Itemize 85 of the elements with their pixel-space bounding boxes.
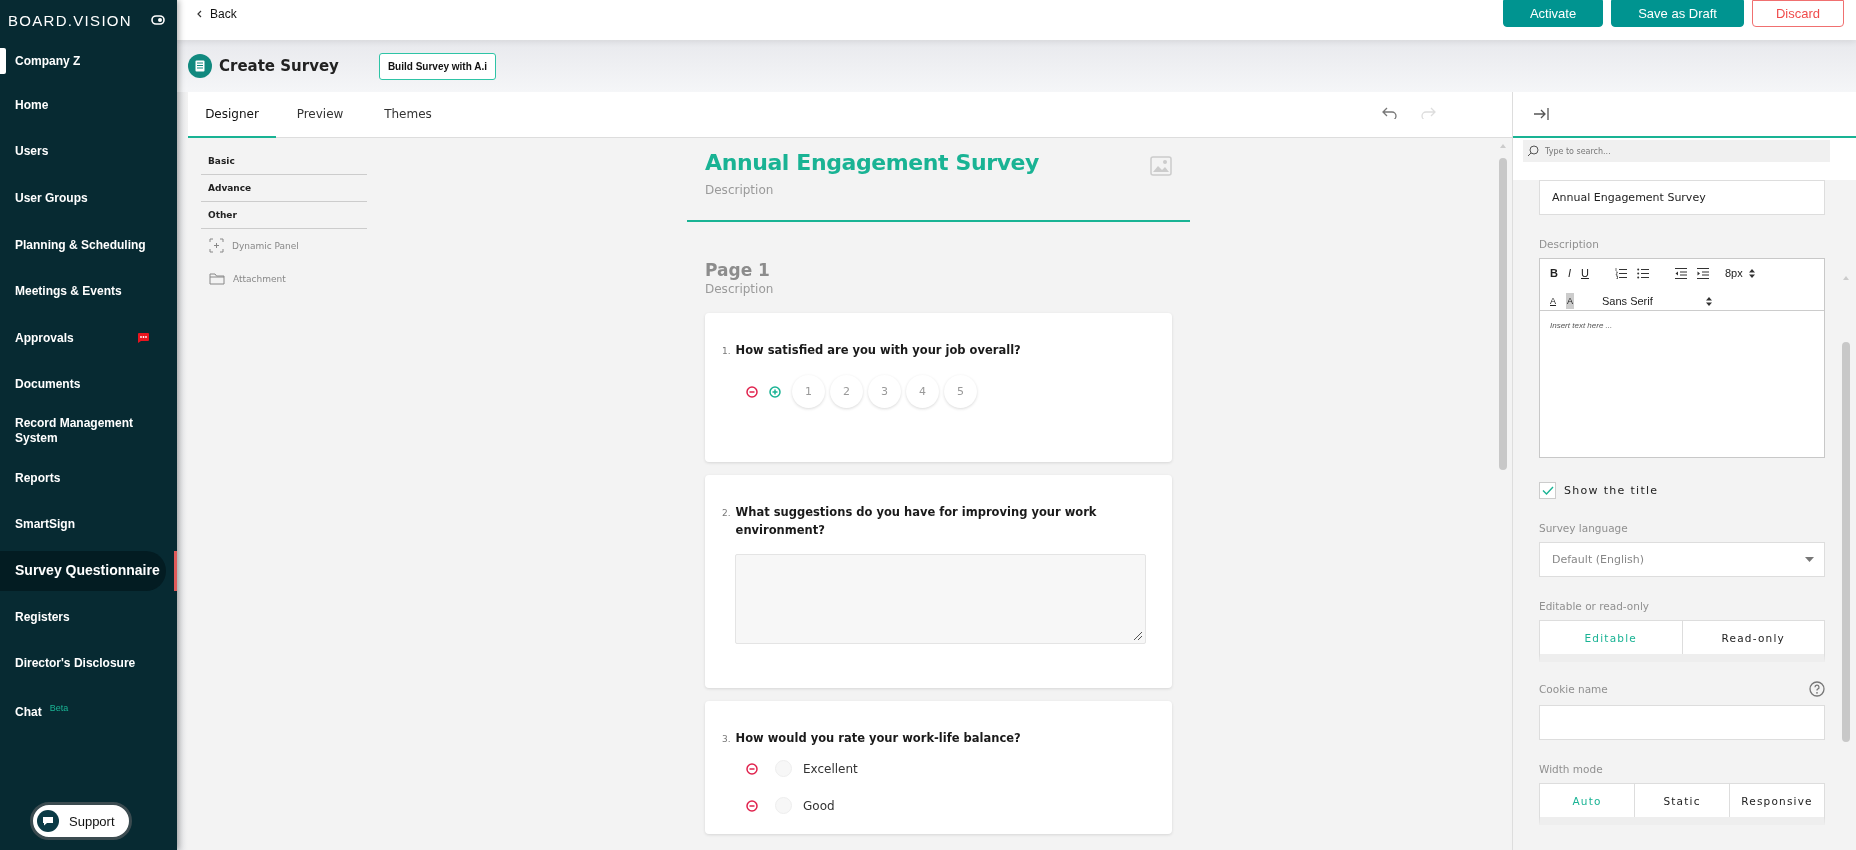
survey-description: Description — [705, 183, 774, 197]
company-marker — [0, 48, 6, 74]
font-family-select[interactable]: Sans Serif — [1602, 293, 1713, 309]
sidebar-item[interactable]: Users — [0, 128, 177, 176]
survey-title: Annual Engagement Survey — [705, 150, 1040, 175]
cookie-name-input[interactable] — [1539, 705, 1825, 740]
sidebar-item[interactable]: Home — [0, 82, 177, 129]
sidebar-item[interactable]: Documents — [0, 361, 177, 409]
toolbox-category[interactable]: Basic — [201, 148, 367, 175]
remove-icon[interactable] — [746, 762, 758, 775]
outdent-icon[interactable] — [1674, 267, 1687, 279]
sidebar-item[interactable]: Meetings & Events — [0, 268, 177, 315]
sidebar-item[interactable]: Planning & Scheduling — [0, 221, 177, 269]
search-icon — [1527, 145, 1539, 157]
question-title: How would you rate your work-life balance? — [735, 730, 1021, 747]
folder-icon — [209, 272, 225, 285]
checkbox[interactable] — [1539, 482, 1556, 499]
search-field[interactable]: Type to search... — [1523, 140, 1830, 162]
sidebar-item[interactable]: Record Management System — [0, 408, 177, 455]
collapse-panel-icon[interactable] — [1533, 107, 1549, 121]
editor-placeholder: Insert text here ... — [1549, 320, 1614, 332]
field-label: Description — [1539, 238, 1599, 250]
indent-icon[interactable] — [1696, 267, 1709, 279]
sidebar-item[interactable]: Director's Disclosure — [0, 640, 177, 688]
dropdown-arrows-icon[interactable] — [1748, 268, 1755, 278]
page-title: Create Survey — [219, 57, 339, 75]
sidebar-item[interactable]: User Groups — [0, 175, 177, 222]
active-indicator — [174, 550, 177, 591]
discard-button[interactable]: Discard — [1751, 0, 1844, 27]
toggle-icon[interactable] — [151, 15, 165, 25]
remove-icon[interactable] — [746, 385, 758, 398]
survey-icon — [188, 54, 212, 78]
beta-tag: Beta — [49, 702, 69, 713]
ai-build-button[interactable]: Build Survey with A.i — [378, 52, 496, 80]
numbered-list-icon[interactable] — [1614, 267, 1627, 279]
highlight-button[interactable]: A — [1566, 293, 1575, 309]
question-number: 1. — [722, 346, 731, 356]
checkbox-label: Show the title — [1564, 484, 1659, 497]
option-label: Good — [803, 798, 835, 813]
language-select[interactable]: Default (English) — [1539, 542, 1825, 577]
tab[interactable]: Designer — [188, 92, 276, 138]
title-input[interactable]: Annual Engagement Survey — [1539, 180, 1825, 215]
chevron-left-icon — [197, 10, 202, 18]
add-icon[interactable] — [769, 385, 781, 398]
dynamic-panel-icon — [209, 238, 224, 253]
action-button[interactable]: Activate — [1502, 0, 1604, 27]
field-label: Editable or read-only — [1539, 600, 1650, 612]
tab[interactable]: Preview — [276, 92, 364, 138]
font-size-select[interactable]: 8px — [1724, 265, 1755, 281]
toolbox-category[interactable]: Other — [201, 202, 367, 229]
company-name[interactable]: Company Z — [15, 54, 81, 68]
undo-icon[interactable] — [1382, 107, 1398, 119]
text-color-button[interactable]: A — [1550, 293, 1556, 309]
underline-button[interactable]: U — [1581, 265, 1589, 281]
tab[interactable]: Themes — [364, 92, 452, 138]
toolbox-category[interactable]: Advance — [201, 175, 367, 202]
dropdown-arrows-icon[interactable] — [1706, 296, 1713, 306]
question-number: 3. — [722, 734, 731, 744]
italic-button[interactable]: I — [1567, 265, 1571, 281]
field-label: Width mode — [1539, 763, 1603, 775]
sidebar-item[interactable]: Registers — [0, 593, 177, 641]
action-button[interactable]: Save as Draft — [1611, 0, 1744, 27]
back-link[interactable]: Back — [197, 4, 237, 24]
page-title: Page 1 — [705, 260, 770, 280]
sidebar-item[interactable]: Approvals — [0, 314, 177, 362]
page-description: Description — [705, 282, 774, 296]
question-number: 2. — [722, 508, 731, 518]
field-label: Survey language — [1539, 522, 1628, 534]
sidebar-item[interactable]: Chat $^{Beta}$ — [0, 687, 177, 734]
sidebar-item[interactable]: SmartSign — [0, 501, 177, 548]
question-title: How satisfied are you with your job overall? — [735, 342, 1021, 359]
resize-grip-icon — [1133, 631, 1143, 641]
logo-text: BOARD.VISION — [8, 11, 132, 29]
question-title: What suggestions do you have for improving your work environment? — [735, 504, 1098, 539]
sidebar-item[interactable]: Reports — [0, 454, 177, 502]
help-icon[interactable] — [1809, 681, 1825, 697]
remove-icon[interactable] — [746, 799, 758, 812]
chat-icon — [37, 810, 59, 832]
rich-text-editor[interactable]: B I U 8px A A Sans Serif Insert text here ... — [1539, 258, 1825, 458]
caret-down-icon[interactable] — [1805, 557, 1814, 562]
field-label: Cookie name — [1539, 683, 1608, 695]
support-button[interactable]: Support — [30, 802, 132, 840]
bold-button[interactable]: B — [1550, 265, 1558, 281]
option-label: Excellent — [803, 761, 858, 776]
bullet-list-icon[interactable] — [1636, 267, 1649, 279]
